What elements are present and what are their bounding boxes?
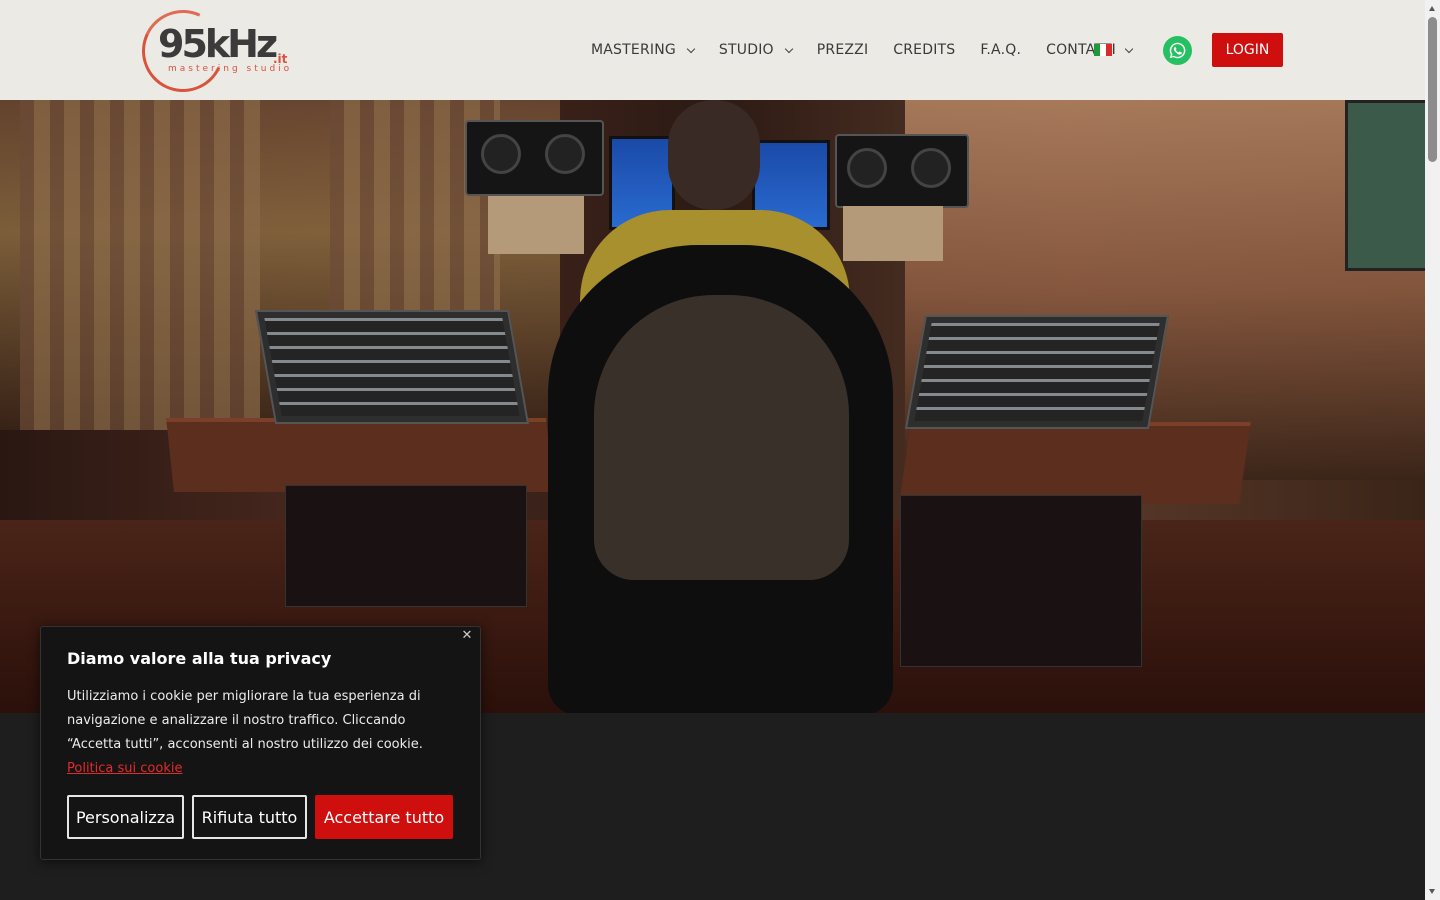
nav-item-credits[interactable]: CREDITS: [893, 42, 955, 58]
hero-stand-left: [488, 196, 584, 254]
close-icon[interactable]: ✕: [461, 629, 473, 642]
chevron-down-icon: [1124, 44, 1134, 53]
hero-person-head: [668, 100, 760, 210]
hero-speaker-left: [465, 120, 604, 196]
logo[interactable]: 95kHz .it mastering studio: [130, 0, 300, 104]
vertical-scrollbar[interactable]: [1425, 0, 1440, 900]
main-nav: MASTERING STUDIO PREZZI CREDITS F.A.Q. C…: [591, 38, 1141, 62]
hero-desk-left: [166, 418, 554, 492]
scrollbar-thumb[interactable]: [1428, 17, 1437, 162]
hero-rack-right: [904, 315, 1170, 429]
hero-cabinet-left: [285, 485, 527, 607]
nav-label: F.A.Q.: [980, 42, 1022, 58]
logo-brand: 95kHz: [158, 22, 278, 66]
nav-label: PREZZI: [816, 42, 869, 58]
italy-flag-icon: [1094, 44, 1112, 56]
nav-item-studio[interactable]: STUDIO: [718, 42, 793, 58]
hero-painting: [1345, 100, 1425, 271]
scroll-up-icon[interactable]: [1429, 6, 1435, 11]
hero-curtain-left: [20, 100, 260, 430]
logo-tagline: mastering studio: [168, 64, 293, 74]
cookie-body: Utilizziamo i cookie per migliorare la t…: [67, 689, 423, 752]
hero-desk-right: [899, 422, 1251, 504]
scroll-down-icon[interactable]: [1429, 889, 1435, 894]
cookie-title: Diamo valore alla tua privacy: [67, 649, 332, 668]
hero-chair-mesh: [594, 295, 849, 580]
site-header: 95kHz .it mastering studio MASTERING STU…: [0, 0, 1425, 104]
nav-item-prezzi[interactable]: PREZZI: [817, 42, 869, 58]
hero-stand-right: [843, 206, 943, 261]
chevron-down-icon: [686, 44, 696, 53]
hero-speaker-right: [835, 134, 969, 208]
nav-item-mastering[interactable]: MASTERING: [591, 42, 696, 58]
hero-rack-left: [254, 310, 530, 424]
cookie-text: Utilizziamo i cookie per migliorare la t…: [67, 685, 447, 781]
nav-label: CREDITS: [893, 42, 956, 58]
hero-image-studio: [0, 100, 1425, 713]
nav-label: MASTERING: [591, 42, 676, 58]
whatsapp-icon[interactable]: [1163, 36, 1192, 65]
language-selector[interactable]: [1094, 44, 1134, 56]
chevron-down-icon: [784, 44, 793, 53]
cookie-consent-dialog: ✕ Diamo valore alla tua privacy Utilizzi…: [40, 626, 481, 860]
nav-label: STUDIO: [718, 42, 774, 58]
customize-button[interactable]: Personalizza: [67, 795, 184, 839]
nav-item-faq[interactable]: F.A.Q.: [980, 42, 1021, 58]
accept-all-button[interactable]: Accettare tutto: [315, 795, 453, 839]
cookie-policy-link[interactable]: Politica sui cookie: [67, 761, 182, 776]
login-button[interactable]: LOGIN: [1212, 33, 1283, 67]
reject-all-button[interactable]: Rifiuta tutto: [192, 795, 307, 839]
hero-cabinet-right: [900, 495, 1142, 667]
